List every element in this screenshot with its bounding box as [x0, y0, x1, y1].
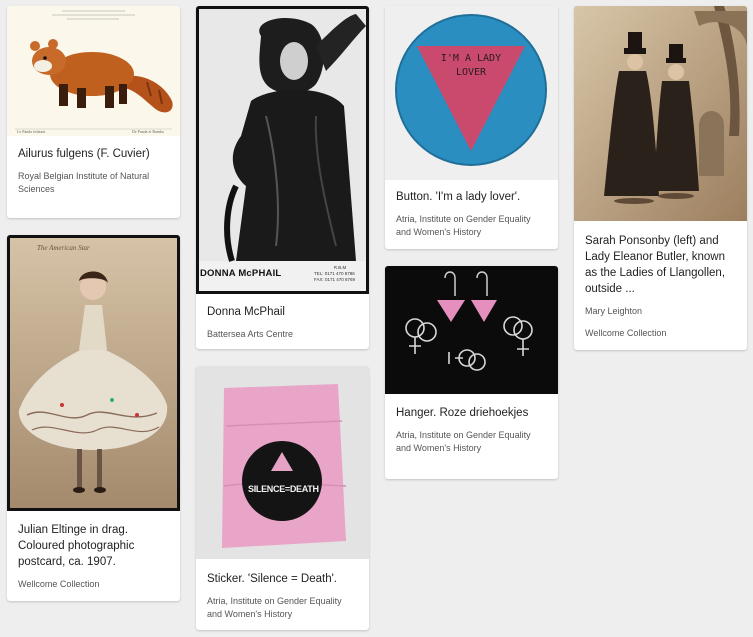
photo-caption: DONNA McPHAIL: [200, 268, 282, 279]
card-source: Royal Belgian Institute of Natural Scien…: [18, 171, 150, 194]
card-image[interactable]: [574, 6, 747, 221]
card-title[interactable]: Sticker. 'Silence = Death'.: [207, 571, 358, 587]
svg-text:The American Star: The American Star: [37, 244, 90, 252]
card-author: Mary Leighton: [585, 306, 643, 316]
card-source: Battersea Arts Centre: [207, 329, 294, 339]
card-image[interactable]: [385, 266, 558, 394]
gallery-card-julian-eltinge[interactable]: The American Star Julian Eltinge in drag…: [7, 235, 180, 601]
photo-contact-text: R.B.M TEL: 0171 470 8786 FAX: 0171 470 8…: [314, 265, 356, 282]
card-image[interactable]: Le Panda éclatant De Panda et Bambo: [7, 6, 180, 136]
gallery-card-red-panda[interactable]: Le Panda éclatant De Panda et Bambo Ailu…: [7, 6, 180, 218]
card-source: Atria, Institute on Gender Equality and …: [396, 430, 531, 453]
card-title[interactable]: Ailurus fulgens (F. Cuvier): [18, 146, 169, 162]
gallery-card-roze-driehoekjes[interactable]: Hanger. Roze driehoekjes Atria, Institut…: [385, 266, 558, 479]
sticker-text: SILENCE=DEATH: [248, 484, 319, 494]
card-title[interactable]: Julian Eltinge in drag. Coloured photogr…: [18, 522, 169, 570]
gallery-card-silence-death[interactable]: SILENCE=DEATH Sticker. 'Silence = Death'…: [196, 366, 369, 630]
gallery-card-lady-lover-button[interactable]: I'M A LADY LOVER Button. 'I'm a lady lov…: [385, 6, 558, 249]
card-image[interactable]: The American Star: [7, 235, 180, 511]
gallery-card-donna-mcphail[interactable]: DONNA McPHAIL R.B.M TEL: 0171 470 8786 F…: [196, 6, 369, 349]
svg-text:De Panda et Bambo: De Panda et Bambo: [132, 129, 164, 134]
card-title[interactable]: Donna McPhail: [207, 304, 358, 320]
svg-text:Le Panda éclatant: Le Panda éclatant: [17, 129, 46, 134]
card-source: Atria, Institute on Gender Equality and …: [396, 214, 531, 237]
card-title[interactable]: Button. 'I'm a lady lover'.: [396, 189, 547, 205]
button-text: I'M A LADY LOVER: [440, 53, 502, 78]
gallery-card-ladies-of-llangollen[interactable]: Sarah Ponsonby (left) and Lady Eleanor B…: [574, 6, 747, 350]
card-title[interactable]: Hanger. Roze driehoekjes: [396, 405, 547, 421]
card-image[interactable]: SILENCE=DEATH: [196, 366, 369, 559]
card-title[interactable]: Sarah Ponsonby (left) and Lady Eleanor B…: [585, 233, 736, 297]
card-source: Wellcome Collection: [18, 579, 100, 589]
card-image[interactable]: DONNA McPHAIL R.B.M TEL: 0171 470 8786 F…: [196, 6, 369, 294]
card-source: Atria, Institute on Gender Equality and …: [207, 596, 342, 619]
card-source: Wellcome Collection: [585, 328, 667, 338]
card-image[interactable]: I'M A LADY LOVER: [385, 6, 558, 180]
